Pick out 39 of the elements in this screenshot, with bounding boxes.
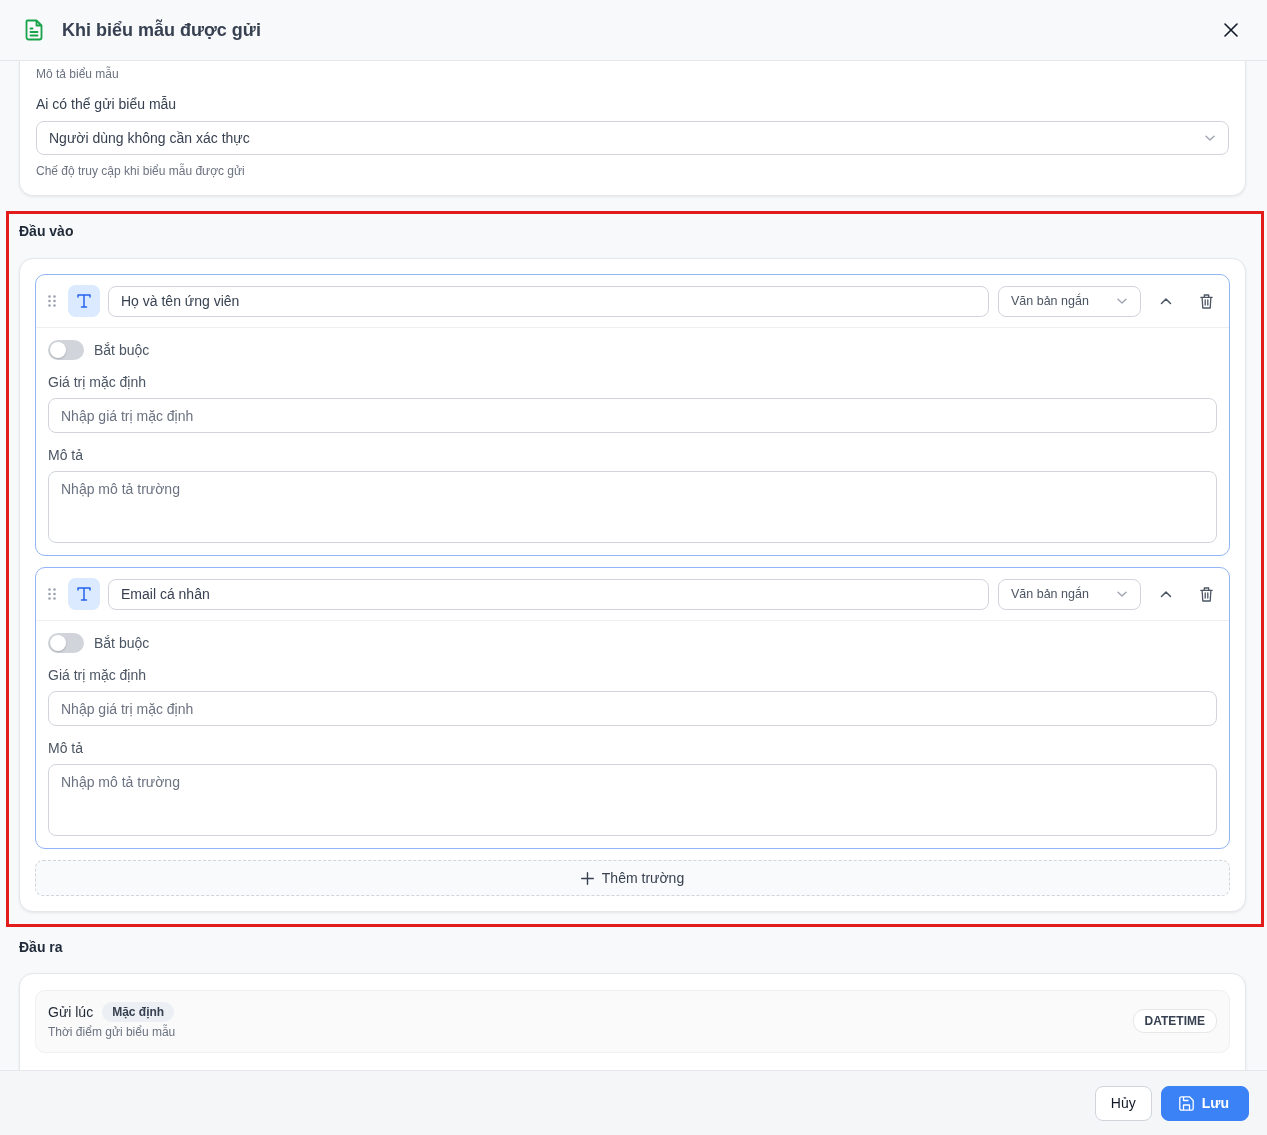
default-value-input[interactable]: Nhập giá trị mặc định xyxy=(48,398,1217,433)
field-label: Giá trị mặc định xyxy=(48,373,148,392)
output-description: Thời điểm gửi biểu mẫu xyxy=(48,1024,177,1040)
cancel-button[interactable]: Hủy xyxy=(1094,1085,1152,1121)
required-toggle[interactable] xyxy=(48,633,84,653)
field-name-input[interactable]: Họ và tên ứng viên xyxy=(108,285,989,317)
chevron-up-icon xyxy=(1160,297,1172,305)
field-hint: Chế độ truy cập khi biểu mẫu được gửi xyxy=(36,163,246,179)
trash-icon xyxy=(1199,293,1213,309)
output-name: Gửi lúc xyxy=(48,1004,94,1020)
dialog-title: Khi biểu mẫu được gửi xyxy=(62,19,262,41)
description-textarea[interactable]: Nhập mô tả trường xyxy=(48,471,1217,543)
drag-handle-icon[interactable] xyxy=(48,295,56,307)
description-textarea[interactable]: Nhập mô tả trường xyxy=(48,764,1217,836)
type-badge: DATETIME xyxy=(1132,1009,1217,1033)
add-field-button[interactable]: Thêm trường xyxy=(35,860,1230,896)
drag-handle-icon[interactable] xyxy=(48,588,56,600)
toggle-label: Bắt buộc xyxy=(94,342,150,358)
field-label: Mô tả xyxy=(48,446,84,465)
plus-icon xyxy=(580,871,594,885)
field-type-select[interactable]: Văn bản ngắn xyxy=(998,285,1141,317)
field-label: Mô tả xyxy=(48,739,84,758)
save-button[interactable]: Lưu xyxy=(1160,1085,1249,1121)
chevron-up-icon xyxy=(1160,590,1172,598)
trash-icon xyxy=(1199,586,1213,602)
section-title: Đầu vào xyxy=(19,222,75,241)
access-select[interactable]: Người dùng không cần xác thực xyxy=(36,121,1229,155)
section-title: Đầu ra xyxy=(19,938,64,957)
field-label: Giá trị mặc định xyxy=(48,666,148,685)
field-type-select[interactable]: Văn bản ngắn xyxy=(998,578,1141,610)
field-name-input[interactable]: Email cá nhân xyxy=(108,578,989,610)
required-toggle[interactable] xyxy=(48,340,84,360)
default-value-input[interactable]: Nhập giá trị mặc định xyxy=(48,691,1217,726)
default-badge: Mặc định xyxy=(102,1002,175,1022)
close-icon xyxy=(1224,23,1238,37)
toggle-label: Bắt buộc xyxy=(94,635,150,651)
field-label: Ai có thể gửi biểu mẫu xyxy=(36,95,178,114)
document-icon xyxy=(24,19,44,41)
field-hint: Mô tả biểu mẫu xyxy=(36,66,120,82)
